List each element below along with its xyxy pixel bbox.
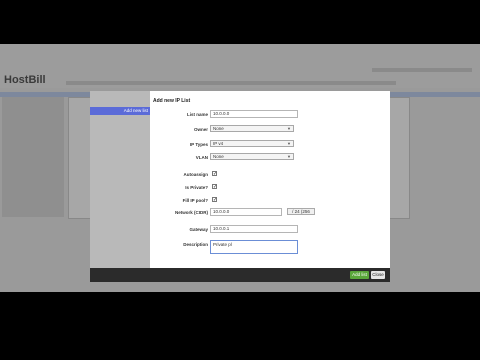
list-name-input[interactable]: 10.0.0.0 [210, 110, 298, 118]
fill-ip-pool-label: Fill IP pool? [182, 198, 208, 203]
account-menu [372, 68, 472, 72]
vlan-label: VLAN [195, 155, 208, 160]
ip-types-select[interactable]: IP v4 ▼ [210, 140, 294, 147]
background-sidebar [2, 97, 64, 217]
description-textarea[interactable]: Private pl [210, 240, 298, 254]
chevron-down-icon: ▼ [287, 126, 291, 131]
close-button[interactable]: Close [371, 271, 385, 279]
vlan-select-value: None [213, 154, 224, 159]
ip-types-select-value: IP v4 [213, 141, 224, 146]
autoassign-checkbox[interactable]: ✓ [212, 171, 217, 177]
app-logo: HostBill [4, 74, 46, 86]
is-private-checkbox[interactable]: ✓ [212, 184, 217, 190]
owner-select[interactable]: None ▼ [210, 125, 294, 132]
cidr-prefix-select[interactable]: / 24 (256 [287, 208, 315, 215]
modal-footer [90, 268, 390, 282]
ip-types-label: IP Types [189, 142, 208, 147]
description-label: Description [183, 242, 208, 247]
chevron-down-icon: ▼ [287, 141, 291, 146]
vlan-select[interactable]: None ▼ [210, 153, 294, 160]
add-list-button[interactable]: Add list [350, 271, 369, 279]
network-cidr-label: Network (CIDR) [174, 210, 208, 215]
modal-title: Add new IP List [153, 98, 191, 104]
add-ip-list-modal: Add new list Add new IP List List name 1… [90, 91, 390, 282]
fill-ip-pool-checkbox[interactable]: ✓ [212, 197, 217, 203]
gateway-input[interactable]: 10.0.0.1 [210, 225, 298, 233]
owner-label: Owner [193, 127, 208, 132]
is-private-label: Is Private? [185, 185, 208, 190]
chevron-down-icon: ▼ [287, 154, 291, 159]
list-name-label: List name [186, 112, 208, 117]
top-navigation [66, 81, 396, 85]
autoassign-label: Autoassign [183, 172, 208, 177]
network-cidr-input[interactable]: 10.0.0.0 [210, 208, 282, 216]
gateway-label: Gateway [189, 227, 208, 232]
owner-select-value: None [213, 126, 224, 131]
